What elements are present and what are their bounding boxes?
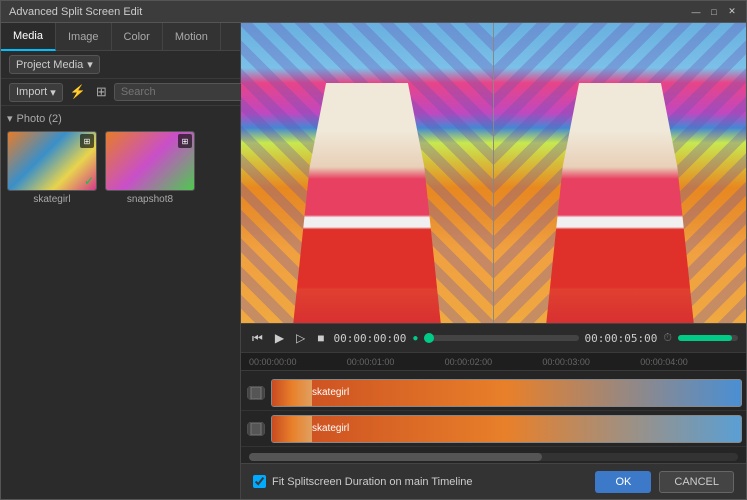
playback-controls: ⏮ ▶ ▷ ■ 00:00:00:00 ● 00:00:05:00 ⏱ bbox=[241, 323, 746, 353]
preview-area bbox=[241, 23, 746, 323]
window-title: Advanced Split Screen Edit bbox=[9, 6, 142, 18]
stop-button[interactable]: ■ bbox=[314, 330, 327, 346]
tick-4: 00:00:04:00 bbox=[640, 357, 688, 367]
photo-bg-left bbox=[241, 23, 493, 323]
clip-label-2: skategirl bbox=[312, 423, 349, 434]
photo-section-header: ▾ Photo (2) bbox=[7, 112, 234, 125]
step-back-button[interactable]: ⏮ bbox=[249, 330, 266, 347]
dropdown-arrow-icon: ▾ bbox=[50, 86, 56, 99]
list-item[interactable]: ⊞ snapshot8 bbox=[105, 131, 195, 205]
fit-checkbox-label: Fit Splitscreen Duration on main Timelin… bbox=[272, 476, 473, 488]
track-icon-1 bbox=[241, 384, 271, 402]
track-clip-1[interactable]: skategirl bbox=[271, 379, 742, 407]
track-icon-2 bbox=[241, 420, 271, 438]
track-clip-2[interactable]: skategirl bbox=[271, 415, 742, 443]
tick-0: 00:00:00:00 bbox=[249, 357, 297, 367]
table-row: skategirl bbox=[241, 411, 746, 447]
table-row: skategirl bbox=[241, 375, 746, 411]
current-time: 00:00:00:00 bbox=[334, 332, 407, 345]
media-list: ▾ Photo (2) ⊞ ✓ skategirl bbox=[1, 106, 240, 499]
close-button[interactable]: ✕ bbox=[726, 6, 738, 18]
preview-left bbox=[241, 23, 493, 323]
time-ruler: 00:00:00:00 00:00:01:00 00:00:02:00 00:0… bbox=[241, 353, 746, 371]
filter-icon[interactable]: ⚡ bbox=[67, 82, 89, 102]
split-preview bbox=[241, 23, 746, 323]
project-media-select[interactable]: Project Media ▾ bbox=[9, 55, 100, 74]
ok-button[interactable]: OK bbox=[595, 471, 651, 493]
time-dot-indicator: ● bbox=[412, 333, 418, 344]
fit-checkbox-container: Fit Splitscreen Duration on main Timelin… bbox=[253, 475, 473, 488]
tick-2: 00:00:02:00 bbox=[445, 357, 493, 367]
clip-label-1: skategirl bbox=[312, 387, 349, 398]
progress-dot bbox=[424, 333, 434, 343]
photo-bg-right bbox=[494, 23, 746, 323]
media-thumbnail-1: ⊞ ✓ bbox=[7, 131, 97, 191]
media-grid: ⊞ ✓ skategirl ⊞ snapshot8 bbox=[7, 131, 234, 205]
progress-track[interactable] bbox=[424, 335, 578, 341]
media-thumbnail-2: ⊞ bbox=[105, 131, 195, 191]
minimize-button[interactable]: — bbox=[690, 6, 702, 18]
total-time: 00:00:05:00 bbox=[585, 332, 658, 345]
right-panel: ⏮ ▶ ▷ ■ 00:00:00:00 ● 00:00:05:00 ⏱ bbox=[241, 23, 746, 499]
photo-section-label: Photo (2) bbox=[17, 113, 62, 125]
media-badge-2: ⊞ bbox=[178, 134, 192, 148]
tabs-bar: Media Image Color Motion bbox=[1, 23, 240, 51]
timeline-tracks: skategirl bbox=[241, 371, 746, 451]
zoom-track[interactable] bbox=[678, 335, 738, 341]
preview-right bbox=[493, 23, 746, 323]
chevron-down-icon: ▾ bbox=[87, 58, 93, 71]
maximize-button[interactable]: □ bbox=[708, 6, 720, 18]
main-content: Media Image Color Motion Project Media ▾… bbox=[1, 23, 746, 499]
media-badge-1: ⊞ bbox=[80, 134, 94, 148]
video-clip-icon bbox=[247, 384, 265, 402]
bottom-bar: Fit Splitscreen Duration on main Timelin… bbox=[241, 463, 746, 499]
timeline-section: ⏮ ▶ ▷ ■ 00:00:00:00 ● 00:00:05:00 ⏱ bbox=[241, 323, 746, 463]
cancel-button[interactable]: CANCEL bbox=[659, 471, 734, 493]
clip-thumbnail-2 bbox=[278, 417, 306, 441]
project-media-bar: Project Media ▾ bbox=[1, 51, 240, 79]
scrollbar-thumb bbox=[249, 453, 542, 461]
main-window: Advanced Split Screen Edit — □ ✕ Media I… bbox=[0, 0, 747, 500]
list-item[interactable]: ⊞ ✓ skategirl bbox=[7, 131, 97, 205]
media-item-name-1: skategirl bbox=[33, 194, 70, 205]
bottom-buttons: OK CANCEL bbox=[595, 471, 734, 493]
import-button[interactable]: Import ▾ bbox=[9, 83, 63, 102]
tick-1: 00:00:01:00 bbox=[347, 357, 395, 367]
timeline-scrollbar[interactable] bbox=[249, 453, 738, 461]
grid-view-icon[interactable]: ⊞ bbox=[93, 82, 110, 102]
tab-motion[interactable]: Motion bbox=[163, 23, 221, 51]
left-panel: Media Image Color Motion Project Media ▾… bbox=[1, 23, 241, 499]
title-bar: Advanced Split Screen Edit — □ ✕ bbox=[1, 1, 746, 23]
ruler-ticks: 00:00:00:00 00:00:01:00 00:00:02:00 00:0… bbox=[249, 357, 738, 367]
tab-image[interactable]: Image bbox=[56, 23, 112, 51]
video-clip-icon-2 bbox=[247, 420, 265, 438]
fit-checkbox[interactable] bbox=[253, 475, 266, 488]
clock-icon: ⏱ bbox=[663, 332, 672, 345]
check-icon: ✓ bbox=[84, 174, 94, 188]
tab-media[interactable]: Media bbox=[1, 23, 56, 51]
tick-3: 00:00:03:00 bbox=[542, 357, 590, 367]
chevron-down-icon: ▾ bbox=[7, 112, 13, 125]
tab-color[interactable]: Color bbox=[112, 23, 163, 51]
clip-thumbnail-1 bbox=[278, 381, 306, 405]
media-item-name-2: snapshot8 bbox=[127, 194, 173, 205]
window-controls: — □ ✕ bbox=[690, 6, 738, 18]
media-toolbar: Import ▾ ⚡ ⊞ 🔍 bbox=[1, 79, 240, 106]
play-alt-button[interactable]: ▷ bbox=[293, 330, 308, 346]
play-button[interactable]: ▶ bbox=[272, 330, 287, 346]
